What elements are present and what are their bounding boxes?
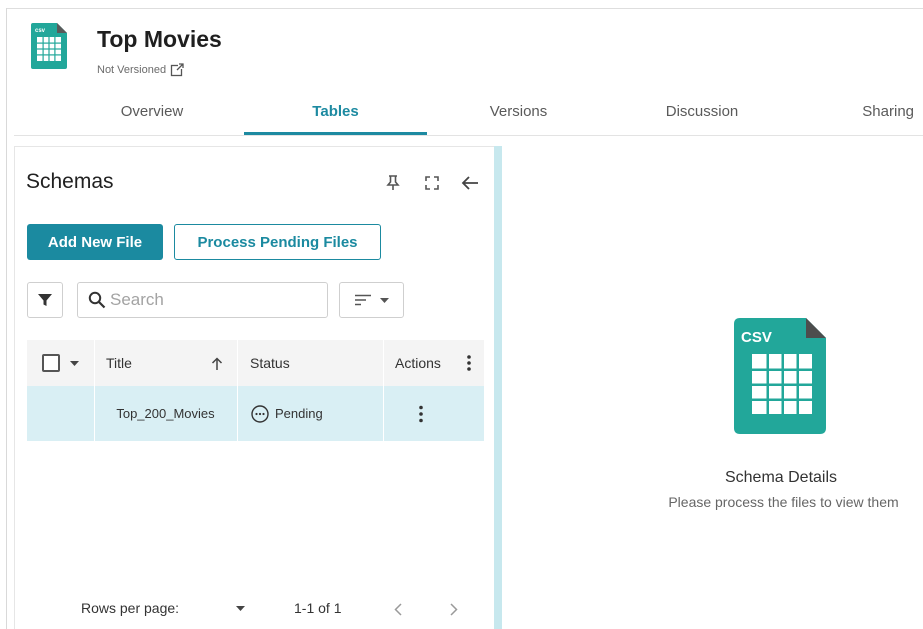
- process-pending-files-button[interactable]: Process Pending Files: [174, 224, 381, 260]
- panel-resize-handle[interactable]: [494, 146, 502, 629]
- file-icon-label: csv: [35, 28, 46, 34]
- column-header-actions-label: Actions: [395, 355, 441, 371]
- fullscreen-icon[interactable]: [420, 171, 444, 195]
- chevron-left-icon[interactable]: [394, 603, 402, 616]
- search-icon: [88, 291, 106, 309]
- window-left-border: [6, 8, 7, 629]
- search-field[interactable]: [77, 282, 328, 318]
- page-title: Top Movies: [97, 26, 222, 52]
- column-header-title[interactable]: Title: [94, 340, 237, 386]
- csv-file-icon: CSV: [734, 318, 826, 434]
- select-all-control[interactable]: [27, 340, 94, 386]
- rows-per-page-dropdown[interactable]: [236, 606, 245, 611]
- pin-icon[interactable]: [381, 171, 405, 195]
- tab-discussion[interactable]: Discussion: [610, 88, 794, 134]
- filter-button[interactable]: [27, 282, 63, 318]
- filter-icon: [38, 294, 52, 306]
- tab-bar: Overview Tables Versions Discussion Shar…: [60, 88, 923, 134]
- tab-tables[interactable]: Tables: [244, 88, 427, 134]
- tabs-divider: [14, 135, 923, 136]
- sort-icon: [355, 294, 371, 306]
- chevron-right-icon[interactable]: [450, 603, 458, 616]
- tab-overview[interactable]: Overview: [60, 88, 244, 134]
- version-status: Not Versioned: [97, 63, 185, 77]
- row-status-label: Pending: [275, 406, 323, 421]
- sort-button[interactable]: [339, 282, 404, 318]
- tab-versions[interactable]: Versions: [427, 88, 610, 134]
- schema-details-description: Please process the files to view them: [668, 494, 899, 510]
- add-new-file-button[interactable]: Add New File: [27, 224, 163, 260]
- more-vert-icon[interactable]: [419, 405, 423, 423]
- schemas-panel-title: Schemas: [26, 170, 114, 193]
- column-header-actions: Actions: [383, 340, 484, 386]
- chevron-down-icon: [380, 297, 389, 303]
- more-vert-icon[interactable]: [467, 355, 471, 371]
- schema-details-title: Schema Details: [724, 469, 838, 486]
- row-title[interactable]: Top_200_Movies: [94, 386, 237, 441]
- column-header-title-label: Title: [106, 355, 132, 371]
- row-status: Pending: [237, 386, 383, 441]
- csv-label: CSV: [741, 329, 772, 346]
- sort-arrow-up-icon[interactable]: [211, 356, 223, 370]
- row-actions-menu[interactable]: [383, 386, 459, 441]
- external-link-icon[interactable]: [170, 63, 185, 77]
- window-top-border: [6, 8, 923, 9]
- search-input[interactable]: [110, 290, 310, 310]
- table-header: Title Status Actions: [27, 340, 484, 386]
- chevron-down-icon[interactable]: [70, 360, 79, 366]
- rows-per-page-label: Rows per page:: [81, 600, 180, 616]
- column-header-status[interactable]: Status: [237, 340, 383, 386]
- table-row[interactable]: Top_200_Movies Pending: [27, 386, 484, 441]
- version-status-label: Not Versioned: [97, 64, 167, 76]
- pending-icon: [251, 404, 269, 423]
- arrow-back-icon[interactable]: [458, 171, 482, 195]
- tab-sharing[interactable]: Sharing: [794, 88, 914, 134]
- select-all-checkbox[interactable]: [42, 354, 60, 372]
- pagination-range: 1-1 of 1: [294, 600, 342, 616]
- csv-file-icon: csv: [31, 23, 67, 69]
